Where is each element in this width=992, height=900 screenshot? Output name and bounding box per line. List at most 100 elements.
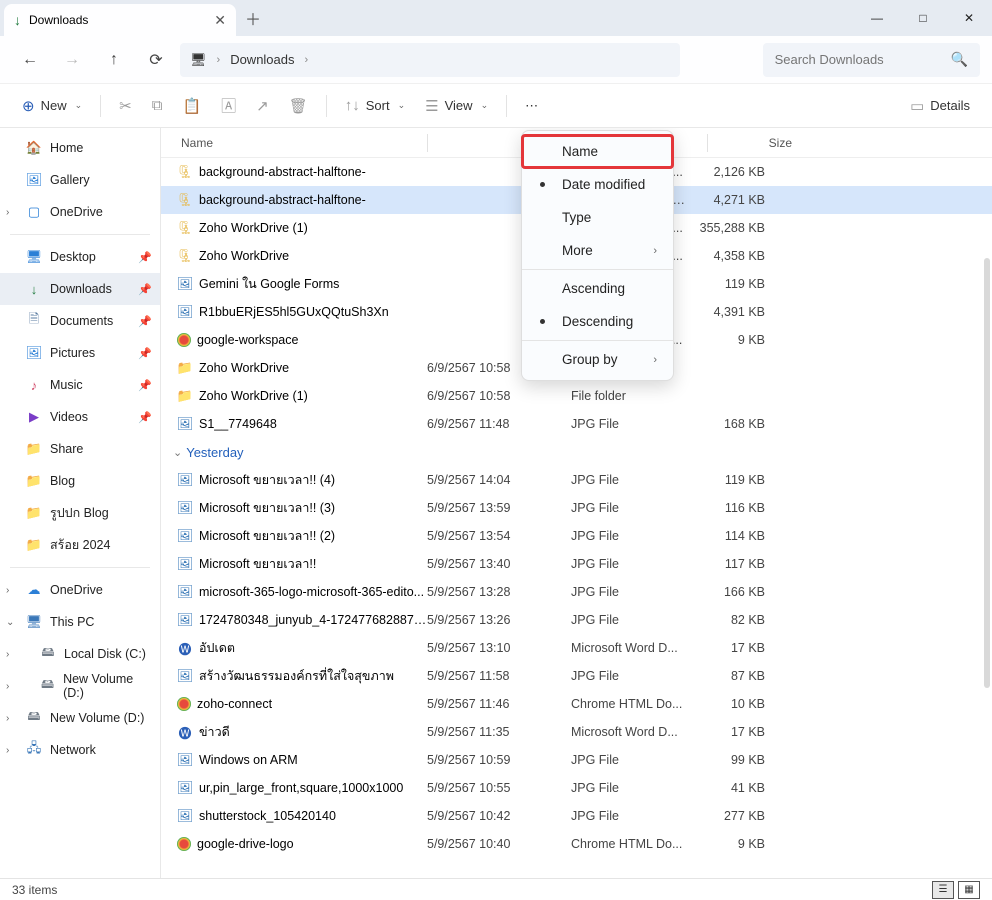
up-button[interactable]: ↑ — [96, 42, 132, 78]
file-size: 2,126 KB — [689, 165, 765, 179]
sort-menu-type[interactable]: Type — [522, 201, 673, 234]
column-size[interactable]: Size — [716, 136, 792, 150]
sidebar-item-label: Downloads — [50, 282, 112, 296]
sidebar-item-network[interactable]: ›🖧Network — [0, 734, 160, 766]
tab-downloads[interactable]: ↓ Downloads ✕ — [4, 4, 236, 36]
thumbnails-view-toggle[interactable]: ▦ — [958, 881, 980, 899]
copy-button[interactable]: ⧉ — [144, 90, 171, 122]
file-size: 4,391 KB — [689, 305, 765, 319]
sidebar-item--blog[interactable]: 📁รูปปก Blog — [0, 497, 160, 529]
breadcrumb[interactable]: 🖥 › Downloads › — [180, 43, 680, 77]
separator — [10, 567, 150, 568]
sidebar-item-local-disk-c-[interactable]: ›🖴Local Disk (C:) — [0, 638, 160, 670]
column-separator[interactable] — [707, 134, 708, 152]
file-name: 1724780348_junyub_4-1724776828873_sto... — [199, 613, 427, 627]
sort-menu-more[interactable]: More› — [522, 234, 673, 267]
delete-button[interactable]: 🗑 — [281, 90, 316, 122]
file-row[interactable]: 🅦อัปเดต5/9/2567 13:10Microsoft Word D...… — [161, 634, 992, 662]
menu-item-label: Descending — [562, 314, 633, 329]
file-row[interactable]: 🅦ข่าวดี5/9/2567 11:35Microsoft Word D...… — [161, 718, 992, 746]
forward-button[interactable]: → — [54, 42, 90, 78]
minimize-button[interactable]: — — [854, 0, 900, 36]
new-tab-button[interactable]: ＋ — [236, 0, 270, 36]
tab-close-icon[interactable]: ✕ — [214, 12, 226, 29]
sidebar-item-label: Home — [50, 141, 83, 155]
sidebar-item-home[interactable]: 🏠 Home — [0, 132, 160, 164]
file-type: Chrome HTML Do... — [571, 837, 689, 851]
sidebar-item-onedrive[interactable]: ›▢OneDrive — [0, 196, 160, 228]
titlebar: ↓ Downloads ✕ ＋ — □ ✕ — [0, 0, 992, 36]
sort-button[interactable]: ↑↓ Sort ⌄ — [337, 90, 413, 122]
more-button[interactable]: ⋯ — [517, 90, 546, 122]
details-pane-icon: ▭ — [910, 97, 924, 115]
sort-menu-name[interactable]: Name — [522, 135, 673, 168]
sidebar-item-new-volume-d-[interactable]: ›🖴New Volume (D:) — [0, 702, 160, 734]
sidebar-item-downloads[interactable]: ↓Downloads📌 — [0, 273, 160, 305]
file-row[interactable]: 🖼microsoft-365-logo-microsoft-365-edito.… — [161, 578, 992, 606]
sort-menu-group-by[interactable]: Group by› — [522, 343, 673, 376]
file-row[interactable]: 🖼สร้างวัฒนธรรมองค์กรที่ใส่ใจสุขภาพ5/9/25… — [161, 662, 992, 690]
share-button[interactable]: ↗ — [248, 90, 277, 122]
scrollbar[interactable] — [984, 258, 990, 688]
file-name: microsoft-365-logo-microsoft-365-edito..… — [199, 585, 427, 599]
view-button[interactable]: ☰ View ⌄ — [417, 90, 496, 122]
group-header-yesterday[interactable]: ⌄Yesterday — [161, 438, 992, 466]
file-row[interactable]: 🖼Microsoft ขยายเวลา!! (2)5/9/2567 13:54J… — [161, 522, 992, 550]
sidebar-item--2024[interactable]: 📁สร้อย 2024 — [0, 529, 160, 561]
column-name[interactable]: Name — [181, 136, 427, 150]
column-separator[interactable] — [427, 134, 428, 152]
file-row[interactable]: 🖼Microsoft ขยายเวลา!!5/9/2567 13:40JPG F… — [161, 550, 992, 578]
expander-icon[interactable]: › — [6, 585, 9, 596]
sidebar-item-new-volume-d-[interactable]: ›🖴New Volume (D:) — [0, 670, 160, 702]
sidebar-item-pictures[interactable]: 🖼Pictures📌 — [0, 337, 160, 369]
menu-item-label: Ascending — [562, 281, 625, 296]
expander-icon[interactable]: › — [6, 207, 9, 218]
folder-icon: 📁 — [26, 537, 42, 553]
file-row[interactable]: zoho-connect5/9/2567 11:46Chrome HTML Do… — [161, 690, 992, 718]
file-row[interactable]: 🖼ur,pin_large_front,square,1000x10005/9/… — [161, 774, 992, 802]
sort-menu-date-modified[interactable]: Date modified — [522, 168, 673, 201]
file-row[interactable]: 🖼Microsoft ขยายเวลา!! (4)5/9/2567 14:04J… — [161, 466, 992, 494]
search-box[interactable]: 🔍 — [763, 43, 980, 77]
search-input[interactable] — [775, 52, 951, 67]
jpg-file-icon: 🖼 — [177, 416, 193, 432]
file-row[interactable]: 🖼shutterstock_1054201405/9/2567 10:42JPG… — [161, 802, 992, 830]
file-row[interactable]: google-drive-logo5/9/2567 10:40Chrome HT… — [161, 830, 992, 858]
breadcrumb-segment[interactable]: Downloads — [230, 52, 294, 67]
new-button[interactable]: ⊕ New ⌄ — [14, 90, 90, 122]
sidebar-item-onedrive[interactable]: ›☁OneDrive — [0, 574, 160, 606]
html-file-icon — [177, 837, 191, 851]
sidebar-item-desktop[interactable]: 🖥Desktop📌 — [0, 241, 160, 273]
expander-icon[interactable]: › — [6, 713, 9, 724]
file-row[interactable]: 🖼1724780348_junyub_4-1724776828873_sto..… — [161, 606, 992, 634]
rename-button[interactable]: 🄰 — [213, 90, 244, 122]
refresh-button[interactable]: ⟳ — [138, 42, 174, 78]
sidebar-item-documents[interactable]: 🗎Documents📌 — [0, 305, 160, 337]
expander-icon[interactable]: › — [6, 649, 9, 660]
file-row[interactable]: 🖼Windows on ARM5/9/2567 10:59JPG File99 … — [161, 746, 992, 774]
file-date: 5/9/2567 13:10 — [427, 641, 571, 655]
maximize-button[interactable]: □ — [900, 0, 946, 36]
sidebar-item-videos[interactable]: ▶Videos📌 — [0, 401, 160, 433]
expander-icon[interactable]: ⌄ — [6, 617, 14, 628]
expander-icon[interactable]: › — [6, 745, 9, 756]
sort-menu-ascending[interactable]: Ascending — [522, 272, 673, 305]
sort-menu-descending[interactable]: Descending — [522, 305, 673, 338]
file-row[interactable]: 📁Zoho WorkDrive (1)6/9/2567 10:58File fo… — [161, 382, 992, 410]
sidebar-item-blog[interactable]: 📁Blog — [0, 465, 160, 497]
back-button[interactable]: ← — [12, 42, 48, 78]
file-row[interactable]: 🖼Microsoft ขยายเวลา!! (3)5/9/2567 13:59J… — [161, 494, 992, 522]
expander-icon[interactable]: › — [6, 681, 9, 692]
paste-button[interactable]: 📋 — [174, 90, 209, 122]
file-row[interactable]: 🖼S1__77496486/9/2567 11:48JPG File168 KB — [161, 410, 992, 438]
sidebar-item-music[interactable]: ♪Music📌 — [0, 369, 160, 401]
cut-button[interactable]: ✂ — [111, 90, 140, 122]
html-file-icon — [177, 697, 191, 711]
sidebar-item-share[interactable]: 📁Share — [0, 433, 160, 465]
details-button[interactable]: ▭ Details — [902, 90, 978, 122]
sidebar-item-gallery[interactable]: 🖼Gallery — [0, 164, 160, 196]
home-icon: 🏠 — [26, 140, 42, 156]
sidebar-item-this-pc[interactable]: ⌄🖥This PC — [0, 606, 160, 638]
details-view-toggle[interactable]: ☰ — [932, 881, 954, 899]
close-button[interactable]: ✕ — [946, 0, 992, 36]
